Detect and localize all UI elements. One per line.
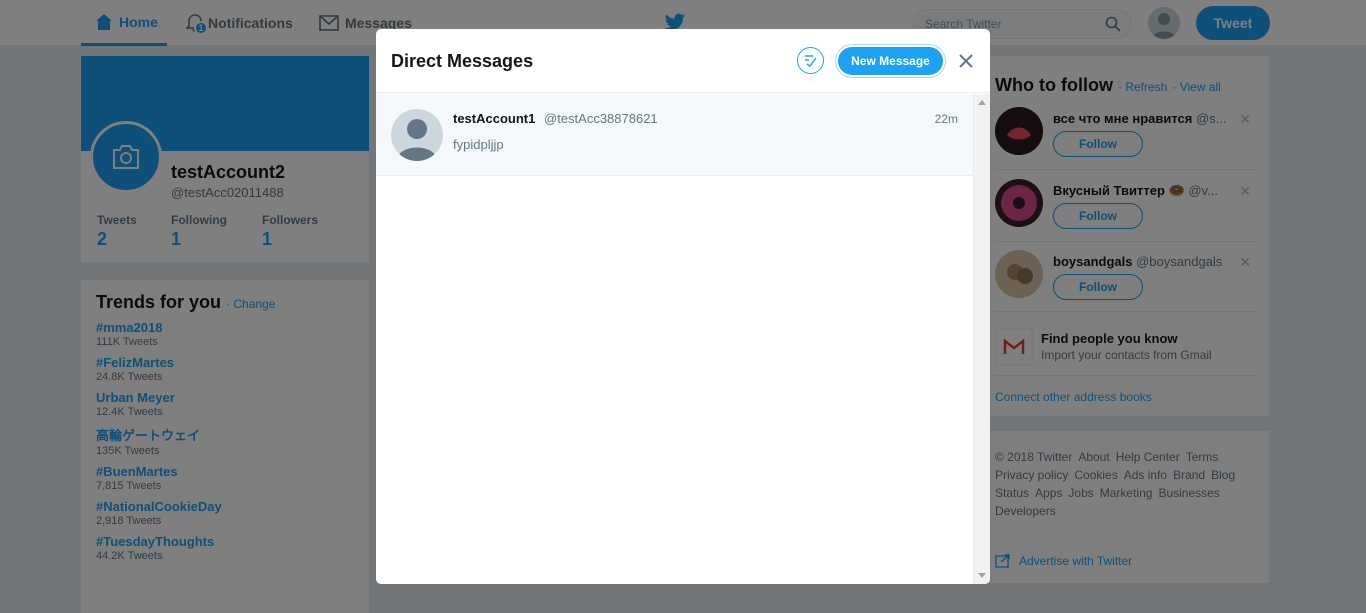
close-icon[interactable] bbox=[958, 53, 974, 69]
default-avatar-icon bbox=[397, 119, 437, 161]
scroll-up-arrow[interactable] bbox=[978, 100, 986, 105]
direct-messages-modal: Direct Messages New Message testAccount1… bbox=[376, 29, 990, 584]
checkmark-lines-icon bbox=[805, 55, 817, 67]
conversation-handle: @testAcc38878621 bbox=[544, 111, 658, 126]
conversation-item[interactable]: testAccount1 @testAcc38878621 22m fypidp… bbox=[376, 94, 973, 176]
modal-header: Direct Messages New Message bbox=[376, 29, 990, 93]
scroll-down-arrow[interactable] bbox=[978, 573, 986, 578]
conversation-name: testAccount1 bbox=[453, 111, 536, 126]
conversation-preview: fypidpljjp bbox=[453, 137, 504, 152]
mark-all-read-button[interactable] bbox=[797, 47, 824, 74]
conversation-avatar bbox=[391, 109, 443, 161]
modal-title: Direct Messages bbox=[391, 51, 534, 71]
new-message-button[interactable]: New Message bbox=[838, 47, 943, 75]
conversation-timestamp: 22m bbox=[934, 112, 958, 126]
scrollbar[interactable] bbox=[973, 94, 990, 584]
